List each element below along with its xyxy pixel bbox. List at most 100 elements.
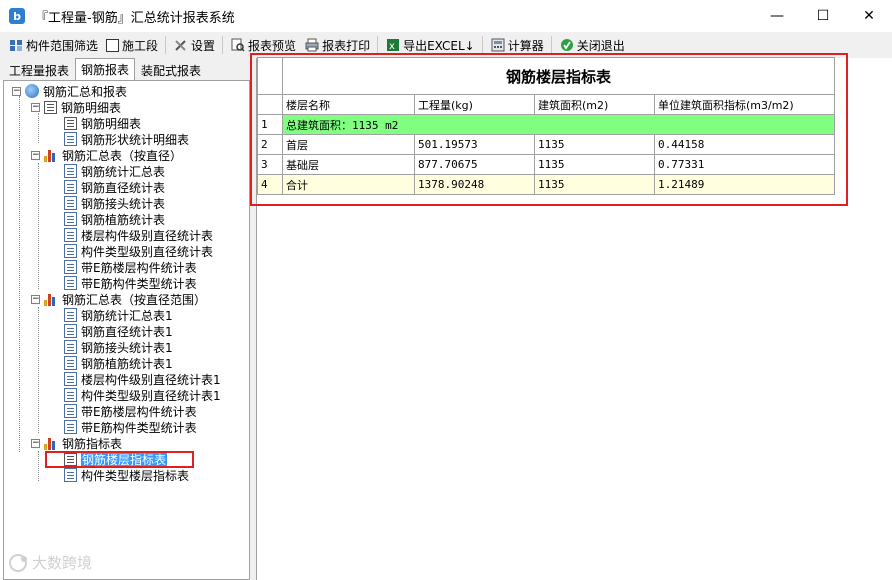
- tree-item[interactable]: 带E筋构件类型统计表: [64, 275, 197, 291]
- window-title: 『工程量-钢筋』汇总统计报表系统: [35, 10, 235, 26]
- settings-button[interactable]: 设置: [169, 34, 219, 56]
- tree-item-label: 构件类型级别直径统计表: [81, 244, 214, 259]
- watermark-logo-icon: [9, 553, 27, 572]
- printer-icon: [304, 37, 320, 53]
- tree-connector: [38, 307, 39, 433]
- tree-item[interactable]: 构件类型楼层指标表: [64, 467, 189, 483]
- filter-button[interactable]: 构件范围筛选: [4, 34, 102, 56]
- construction-stage-label: 施工段: [122, 38, 159, 53]
- tree-group-label: 钢筋指标表: [62, 436, 123, 451]
- document-icon: [64, 180, 77, 194]
- tree-item-label: 带E筋构件类型统计表: [81, 420, 197, 435]
- toolbar-separator: [481, 36, 483, 54]
- document-icon: [64, 212, 77, 226]
- construction-stage-toggle[interactable]: 施工段: [102, 34, 162, 56]
- maximize-button[interactable]: ☐: [800, 0, 846, 32]
- tree-group-label: 钢筋明细表: [61, 100, 122, 115]
- tree-item[interactable]: 钢筋植筋统计表1: [64, 355, 173, 371]
- tree-item[interactable]: 带E筋构件类型统计表: [64, 419, 197, 435]
- tree-item-label: 楼层构件级别直径统计表1: [81, 372, 221, 387]
- calculator-label: 计算器: [507, 38, 544, 53]
- document-icon: [64, 388, 77, 402]
- excel-icon: x: [385, 37, 401, 53]
- collapse-toggle[interactable]: −: [31, 294, 40, 304]
- tab-prefab-report[interactable]: 装配式报表: [135, 60, 207, 80]
- globe-icon: [25, 84, 39, 98]
- tree-item[interactable]: 钢筋明细表: [64, 115, 141, 131]
- tree-connector: [38, 113, 39, 143]
- minimize-button[interactable]: —: [754, 0, 800, 32]
- tree-connector: [38, 451, 39, 481]
- document-icon: [64, 244, 77, 258]
- tree-item[interactable]: 构件类型级别直径统计表1: [64, 387, 221, 403]
- tree-group-rebar-detail[interactable]: − 钢筋明细表: [31, 99, 121, 115]
- bar-chart-icon: [44, 292, 58, 306]
- tree-item[interactable]: 带E筋楼层构件统计表: [64, 403, 197, 419]
- document-icon: [64, 404, 77, 418]
- tab-quantity-report[interactable]: 工程量报表: [3, 60, 75, 80]
- collapse-toggle[interactable]: −: [12, 86, 21, 96]
- tree-root-label: 钢筋汇总和报表: [43, 84, 128, 99]
- document-icon: [64, 132, 77, 146]
- tree-group-label: 钢筋汇总表（按直径范围）: [62, 292, 207, 307]
- highlight-box-tree-item: [45, 451, 194, 468]
- tree-group-summary-by-diameter[interactable]: − 钢筋汇总表（按直径）: [31, 147, 182, 163]
- tree-item[interactable]: 楼层构件级别直径统计表: [64, 227, 213, 243]
- tree-item-label: 带E筋楼层构件统计表: [81, 260, 197, 275]
- toolbar-separator: [222, 36, 224, 54]
- tree-item[interactable]: 构件类型级别直径统计表: [64, 243, 213, 259]
- collapse-toggle[interactable]: −: [31, 102, 40, 112]
- document-icon: [64, 420, 77, 434]
- tree-item[interactable]: 钢筋统计汇总表1: [64, 307, 173, 323]
- tree-item-label: 钢筋接头统计表1: [81, 340, 173, 355]
- preview-icon: [230, 37, 246, 53]
- tree-item[interactable]: 钢筋统计汇总表: [64, 163, 165, 179]
- watermark: 大数跨境: [8, 552, 92, 573]
- construction-stage-checkbox[interactable]: [106, 38, 120, 52]
- document-icon: [64, 372, 77, 386]
- tree-item[interactable]: 钢筋接头统计表1: [64, 339, 173, 355]
- tree-item-label: 楼层构件级别直径统计表: [81, 228, 214, 243]
- filter-label: 构件范围筛选: [26, 38, 99, 53]
- tree-item[interactable]: 钢筋植筋统计表: [64, 211, 165, 227]
- report-tabs: 工程量报表 钢筋报表 装配式报表: [0, 58, 250, 80]
- document-icon: [64, 164, 77, 178]
- tree-item-label: 钢筋植筋统计表1: [81, 356, 173, 371]
- tree-item-label: 构件类型级别直径统计表1: [81, 388, 221, 403]
- tree-item[interactable]: 带E筋楼层构件统计表: [64, 259, 197, 275]
- tree-item[interactable]: 钢筋直径统计表: [64, 179, 165, 195]
- document-icon: [64, 276, 77, 290]
- document-icon: [64, 228, 77, 242]
- tree-item[interactable]: 钢筋形状统计明细表: [64, 131, 189, 147]
- document-icon: [64, 340, 77, 354]
- tree-item-label: 带E筋楼层构件统计表: [81, 404, 197, 419]
- title-bar: b 『工程量-钢筋』汇总统计报表系统 — ☐ ✕: [0, 0, 892, 32]
- tree-root[interactable]: − 钢筋汇总和报表: [12, 83, 127, 99]
- tree-group-rebar-index[interactable]: − 钢筋指标表: [31, 435, 122, 451]
- watermark-text: 大数跨境: [32, 554, 93, 572]
- toolbar-separator: [165, 36, 167, 54]
- tree-item-label: 钢筋统计汇总表: [81, 164, 166, 179]
- tree-group-summary-by-range[interactable]: − 钢筋汇总表（按直径范围）: [31, 291, 206, 307]
- tree-item-label: 钢筋形状统计明细表: [81, 132, 190, 147]
- report-print-label: 报表打印: [322, 38, 371, 53]
- tree-item[interactable]: 楼层构件级别直径统计表1: [64, 371, 221, 387]
- tree-item-label: 钢筋直径统计表: [81, 180, 166, 195]
- close-button[interactable]: ✕: [846, 0, 892, 32]
- document-icon: [64, 356, 77, 370]
- tab-rebar-report[interactable]: 钢筋报表: [75, 58, 136, 80]
- list-icon: [44, 100, 57, 114]
- document-icon: [64, 260, 77, 274]
- close-exit-label: 关闭退出: [576, 38, 625, 53]
- collapse-toggle[interactable]: −: [31, 438, 40, 448]
- collapse-toggle[interactable]: −: [31, 150, 40, 160]
- app-icon: b: [9, 8, 25, 24]
- document-icon: [64, 196, 77, 210]
- tree-item[interactable]: 钢筋直径统计表1: [64, 323, 173, 339]
- tree-item-label: 钢筋植筋统计表: [81, 212, 166, 227]
- report-preview-label: 报表预览: [248, 38, 297, 53]
- tree-item[interactable]: 钢筋接头统计表: [64, 195, 165, 211]
- document-icon: [64, 324, 77, 338]
- toolbar-separator: [377, 36, 379, 54]
- tree-connector: [38, 163, 39, 289]
